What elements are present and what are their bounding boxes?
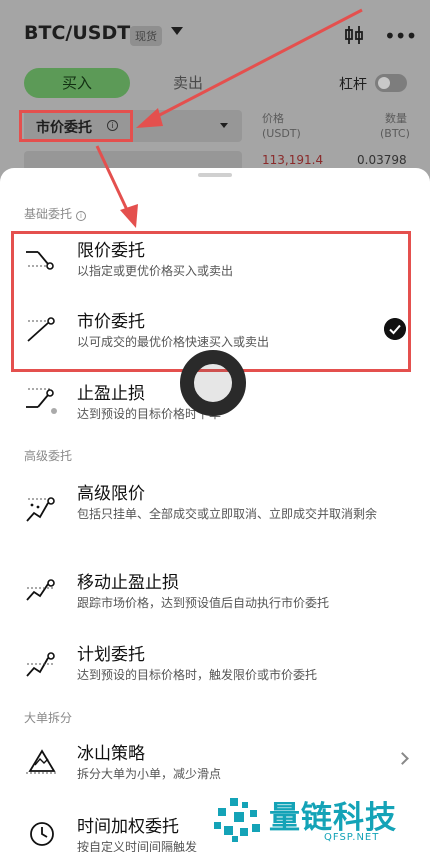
option-desc: 达到预设的目标价格时下单 — [77, 407, 222, 421]
trailing-stop-icon — [26, 579, 55, 601]
option-title: 止盈止损 — [77, 384, 145, 404]
section-basic-label: 基础委托 — [24, 207, 73, 221]
leverage-label: 杠杆 — [339, 77, 367, 93]
option-title: 时间加权委托 — [77, 817, 179, 837]
caret-down-icon — [220, 123, 228, 128]
touch-indicator — [180, 350, 246, 416]
orderbook-price: 113,191.4 — [262, 153, 324, 167]
watermark-text: 量链科技 — [269, 800, 397, 836]
option-title: 计划委托 — [77, 645, 145, 665]
watermark: 量链科技 QFSP.NET — [212, 792, 426, 848]
order-option-iceberg[interactable]: 冰山策略 拆分大单为小单，减少滑点 — [0, 739, 430, 789]
order-option-trailing-stop[interactable]: 移动止盈止损 跟踪市场价格，达到预设值后自动执行市价委托 — [0, 568, 430, 620]
info-icon[interactable]: i — [76, 211, 87, 221]
watermark-logo-icon — [214, 798, 260, 842]
price-header: 价格 — [262, 112, 284, 125]
trigger-order-icon — [26, 652, 55, 677]
sheet-handle[interactable] — [198, 173, 232, 177]
option-desc: 达到预设的目标价格时，触发限价或市价委托 — [77, 668, 318, 682]
market-tag: 现货 — [130, 26, 162, 46]
section-basic-title: 基础委托 i — [24, 205, 87, 222]
section-advanced-title: 高级委托 — [24, 449, 73, 463]
option-title: 移动止盈止损 — [77, 573, 179, 593]
buy-tab[interactable]: 买入 — [24, 68, 130, 98]
sell-tab[interactable]: 卖出 — [134, 68, 242, 98]
iceberg-icon — [26, 749, 58, 774]
watermark-url: QFSP.NET — [324, 832, 380, 843]
advanced-limit-icon — [26, 497, 55, 522]
option-desc: 拆分大单为小单，减少滑点 — [77, 767, 222, 781]
order-option-advanced-limit[interactable]: 高级限价 包括只挂单、全部成交或立即取消、立即成交并取消剩余 — [0, 479, 430, 551]
option-desc: 跟踪市场价格，达到预设值后自动执行市价委托 — [77, 596, 330, 610]
trading-pair-title[interactable]: BTC/USDT — [24, 22, 130, 44]
price-unit: (USDT) — [262, 127, 301, 140]
clock-icon — [30, 822, 54, 846]
qty-header: 数量 — [385, 112, 407, 125]
orderbook-qty: 0.03798 — [357, 153, 407, 167]
option-title: 冰山策略 — [77, 744, 145, 764]
order-option-trigger[interactable]: 计划委托 达到预设的目标价格时，触发限价或市价委托 — [0, 640, 430, 692]
pair-dropdown-icon[interactable] — [171, 27, 183, 35]
candlestick-chart-icon[interactable] — [343, 24, 365, 46]
highlight-box-order-type — [19, 110, 133, 142]
take-profit-stop-loss-icon — [26, 388, 57, 414]
section-split-title: 大单拆分 — [24, 711, 73, 725]
more-dots-icon[interactable]: ••• — [384, 24, 417, 48]
qty-unit: (BTC) — [380, 127, 410, 140]
leverage-toggle[interactable] — [375, 74, 407, 92]
option-title: 高级限价 — [77, 484, 145, 504]
option-desc: 包括只挂单、全部成交或立即取消、立即成交并取消剩余 — [77, 507, 378, 521]
